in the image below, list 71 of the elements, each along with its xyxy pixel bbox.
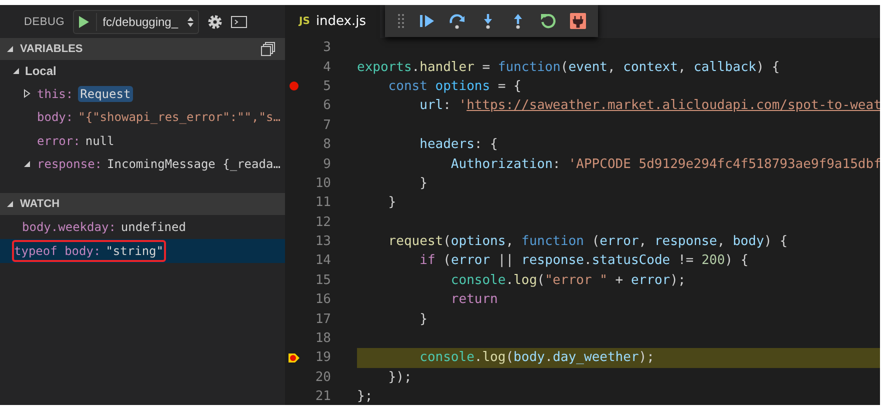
line-number: 11 — [314, 195, 331, 210]
expanded-arrow-icon[interactable] — [6, 44, 14, 54]
start-debugging-icon[interactable] — [78, 14, 90, 28]
line-number: 20 — [314, 370, 331, 385]
step-over-icon[interactable] — [449, 13, 466, 29]
line-number: 8 — [322, 137, 331, 152]
code-line: url: 'https://saweather.market.alicloudapi.com/spot-to-weat — [418, 98, 880, 114]
variable-value: IncomingMessage {_reada… — [107, 157, 280, 172]
code-line: } — [387, 195, 396, 210]
line-number: 13 — [314, 234, 331, 250]
line-number: 15 — [314, 272, 331, 288]
watch-expression: body.weekday: — [22, 220, 116, 234]
expanded-arrow-icon[interactable] — [12, 66, 20, 76]
code-line: } — [418, 176, 428, 191]
variable-value: Request — [78, 86, 133, 102]
line-number: 9 — [322, 156, 331, 172]
expanded-arrow-icon[interactable] — [6, 200, 14, 208]
variable-name[interactable]: error: — [37, 134, 80, 148]
line-number: 18 — [314, 331, 331, 346]
debug-label: DEBUG — [24, 16, 65, 28]
drag-handle-icon[interactable] — [397, 13, 405, 29]
section-header[interactable]: WATCH — [0, 193, 285, 215]
line-number: 19 — [314, 350, 331, 366]
variable-value: null — [85, 134, 114, 148]
code-line: Authorization: 'APPCODE 5d9129e294fc4f518793ae9f9a15dbf — [450, 156, 880, 172]
scope-label[interactable]: Local — [25, 64, 56, 78]
code-line: headers: { — [418, 137, 498, 152]
settings-icon[interactable] — [206, 14, 223, 30]
code-line: request(options, function (error, response, body) { — [387, 234, 788, 250]
restart-icon[interactable] — [540, 13, 556, 29]
editor-tab[interactable]: JS index.js — [285, 5, 380, 38]
plug-icon[interactable] — [570, 13, 586, 29]
variable-name[interactable]: body: — [37, 110, 74, 124]
js-file-icon: JS — [299, 16, 310, 27]
collapse-all-icon[interactable] — [261, 42, 275, 56]
code-line: if (error || response.statusCode != 200) { — [418, 253, 748, 268]
line-number: 21 — [314, 389, 331, 404]
line-number: 16 — [314, 292, 331, 308]
breakpoint-icon[interactable] — [289, 81, 299, 92]
variable-value: "{"showapi_res_error":"","s… — [78, 110, 280, 124]
line-number: 6 — [322, 98, 331, 114]
variable-name[interactable]: this: — [37, 86, 74, 101]
watch-value: "string" — [106, 244, 164, 258]
configuration-dropdown[interactable]: fc/debugging_ — [72, 10, 199, 34]
code-line: } — [418, 312, 428, 327]
variable-name[interactable]: response: — [37, 157, 102, 172]
code-line: }; — [357, 389, 373, 404]
code-line: return — [450, 292, 498, 308]
code-line: exports.handler = function(event, context, callback) { — [357, 60, 780, 75]
line-number: 4 — [322, 60, 331, 75]
line-number: 14 — [314, 253, 331, 268]
line-number: 17 — [314, 312, 331, 327]
watch-row[interactable]: body.weekday: undefined — [0, 215, 285, 239]
line-number: 7 — [322, 118, 331, 133]
line-number: 3 — [322, 40, 331, 56]
updown-caret-icon — [186, 16, 194, 28]
code-line: console.log("error " + error); — [450, 272, 686, 288]
code-line: console.log(body.day_weether); — [418, 350, 654, 366]
line-number: 12 — [314, 214, 331, 230]
watch-expression: typeof body: — [14, 244, 101, 258]
code-line: const options = { — [387, 78, 522, 94]
watch-row[interactable]: typeof body: "string" — [0, 239, 285, 263]
expanded-arrow-icon[interactable] — [23, 160, 31, 169]
collapsed-arrow-icon[interactable] — [23, 89, 31, 98]
continue-icon[interactable] — [419, 13, 435, 29]
watch-value: undefined — [120, 220, 186, 234]
line-number: 10 — [314, 176, 331, 191]
line-number: 5 — [322, 78, 331, 94]
code-line: }); — [387, 370, 412, 385]
terminal-icon[interactable] — [230, 16, 247, 28]
section-header[interactable]: VARIABLES — [0, 38, 285, 60]
